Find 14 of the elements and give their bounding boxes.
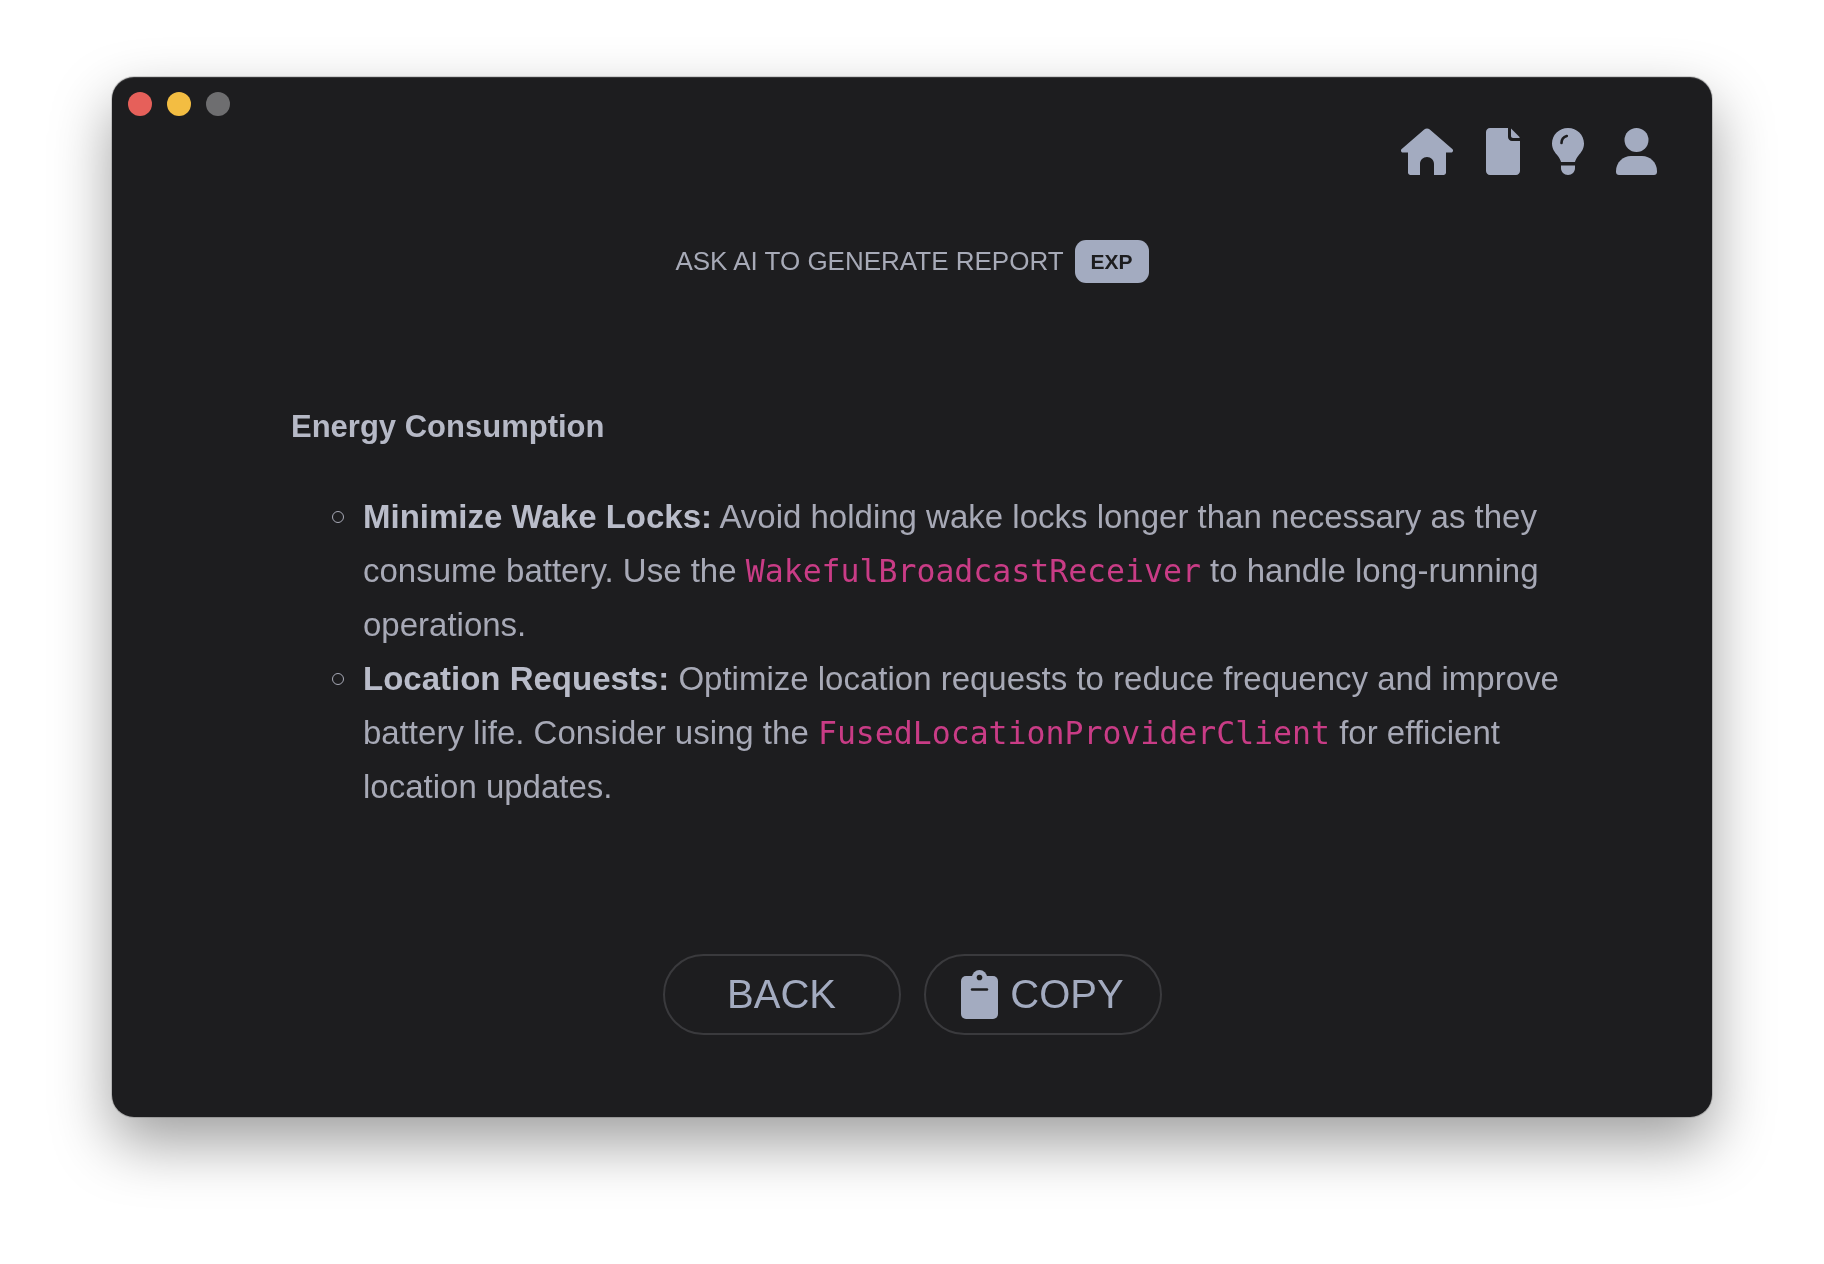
clipboard-icon — [961, 970, 999, 1019]
person-icon[interactable] — [1616, 128, 1657, 175]
copy-button[interactable]: COPY — [923, 954, 1162, 1035]
list-item-text: Minimize Wake Locks: Avoid holding wake locks longer than necessary as they consume battery. Use the WakefulBroadcastReceiver to handle long-running operations. — [363, 497, 1540, 645]
section-heading: Energy Consumption — [291, 408, 605, 446]
exp-badge: EXP — [1074, 240, 1149, 283]
minimize-window-icon[interactable] — [167, 92, 191, 116]
report-title: ASK AI TO GENERATE REPORT — [675, 246, 1064, 277]
close-window-icon[interactable] — [128, 92, 152, 116]
home-icon[interactable] — [1400, 128, 1454, 175]
document-icon[interactable] — [1486, 128, 1520, 175]
back-button[interactable]: BACK — [662, 954, 901, 1035]
lightbulb-icon[interactable] — [1552, 128, 1584, 175]
list-item-text: Location Requests: Optimize location requests to reduce frequency and improve battery life. Consider using the FusedLocationProviderClient for efficient location updates. — [363, 659, 1560, 807]
